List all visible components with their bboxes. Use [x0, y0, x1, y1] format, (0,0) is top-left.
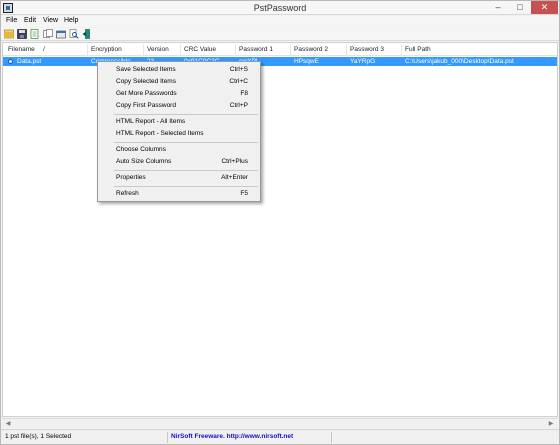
properties-icon[interactable] [56, 29, 66, 39]
column-full-path[interactable]: Full Path [405, 46, 431, 53]
menu-item-get-more-passwords[interactable]: Get More Passwords F8 [98, 89, 260, 99]
sort-indicator: / [43, 46, 45, 53]
nirsoft-link[interactable]: NirSoft Freeware. http://www.nirsoft.net [171, 433, 293, 440]
close-button[interactable]: ✕ [531, 1, 558, 14]
list-header: Filename / Encryption Version CRC Value … [3, 43, 557, 56]
menu-item-shortcut: F8 [240, 90, 248, 97]
html-report-icon[interactable] [43, 29, 53, 39]
column-version[interactable]: Version [147, 46, 169, 53]
status-divider [331, 432, 332, 443]
cell-password-2: HPsqwE [294, 58, 319, 65]
menu-edit[interactable]: Edit [24, 17, 36, 24]
column-password-3[interactable]: Password 3 [350, 46, 384, 53]
scroll-left-icon[interactable]: ◀ [4, 420, 12, 428]
menu-separator [114, 114, 258, 115]
column-divider[interactable] [87, 44, 88, 55]
menu-item-shortcut: Ctrl+S [229, 66, 248, 73]
pst-file-icon [8, 59, 13, 64]
app-window: PstPassword – □ ✕ File Edit View Help Fi… [0, 0, 560, 445]
menu-view[interactable]: View [43, 17, 58, 24]
column-password-1[interactable]: Password 1 [239, 46, 273, 53]
menu-item-save-selected[interactable]: Save Selected Items Ctrl+S [98, 65, 260, 75]
cell-password-3: YaYRpG [350, 58, 376, 65]
menu-item-copy-first-password[interactable]: Copy First Password Ctrl+P [98, 101, 260, 111]
column-password-2[interactable]: Password 2 [294, 46, 328, 53]
cell-full-path: C:\Users\jakub_000\Desktop\Data.pst [405, 58, 514, 65]
menu-item-html-report-selected[interactable]: HTML Report - Selected Items [98, 129, 260, 139]
menu-item-label: Choose Columns [116, 146, 166, 153]
context-menu: Save Selected Items Ctrl+S Copy Selected… [97, 61, 261, 202]
menu-item-label: Save Selected Items [116, 66, 176, 73]
status-divider [167, 432, 168, 443]
menu-item-label: Properties [116, 174, 146, 181]
menu-item-copy-selected[interactable]: Copy Selected Items Ctrl+C [98, 77, 260, 87]
menu-item-label: Refresh [116, 190, 139, 197]
menu-bar: File Edit View Help [1, 16, 559, 27]
maximize-button[interactable]: □ [509, 1, 531, 14]
menu-separator [114, 170, 258, 171]
menu-item-shortcut: Ctrl+C [229, 78, 248, 85]
horizontal-scrollbar[interactable]: ◀ ▶ [2, 418, 558, 428]
copy-icon[interactable] [30, 29, 40, 39]
cell-filename: Data.pst [17, 58, 42, 65]
column-divider[interactable] [180, 44, 181, 55]
menu-item-refresh[interactable]: Refresh F5 [98, 189, 260, 199]
status-bar: 1 pst file(s), 1 Selected NirSoft Freewa… [1, 429, 559, 444]
menu-item-label: Auto Size Columns [116, 158, 172, 165]
menu-item-shortcut: Alt+Enter [221, 174, 248, 181]
password-list[interactable]: Filename / Encryption Version CRC Value … [2, 42, 558, 417]
column-crc-value[interactable]: CRC Value [184, 46, 216, 53]
column-encryption[interactable]: Encryption [91, 46, 122, 53]
save-all-icon[interactable] [17, 29, 27, 39]
menu-item-auto-size-columns[interactable]: Auto Size Columns Ctrl+Plus [98, 157, 260, 167]
menu-help[interactable]: Help [64, 17, 78, 24]
column-filename[interactable]: Filename [8, 46, 35, 53]
column-divider[interactable] [401, 44, 402, 55]
menu-item-label: Copy First Password [116, 102, 176, 109]
menu-item-label: HTML Report - All Items [116, 118, 186, 125]
menu-item-properties[interactable]: Properties Alt+Enter [98, 173, 260, 183]
menu-item-shortcut: Ctrl+Plus [221, 158, 248, 165]
table-row[interactable]: Data.pst Compressible 23 0x91C0C2C ewXPl… [3, 57, 557, 66]
menu-item-label: Get More Passwords [116, 90, 177, 97]
column-divider[interactable] [143, 44, 144, 55]
scroll-right-icon[interactable]: ▶ [547, 420, 555, 428]
save-icon[interactable] [4, 29, 14, 39]
exit-icon[interactable] [82, 29, 92, 39]
menu-item-label: HTML Report - Selected Items [116, 130, 204, 137]
menu-separator [114, 142, 258, 143]
menu-file[interactable]: File [6, 17, 17, 24]
menu-item-html-report-all[interactable]: HTML Report - All Items [98, 117, 260, 127]
search-icon[interactable] [69, 29, 79, 39]
menu-separator [114, 186, 258, 187]
column-divider[interactable] [235, 44, 236, 55]
column-divider[interactable] [346, 44, 347, 55]
minimize-button[interactable]: – [487, 1, 509, 14]
toolbar [1, 28, 559, 41]
column-divider[interactable] [290, 44, 291, 55]
menu-item-label: Copy Selected Items [116, 78, 176, 85]
menu-item-shortcut: F5 [240, 190, 248, 197]
status-text: 1 pst file(s), 1 Selected [5, 433, 72, 440]
title-bar[interactable]: PstPassword – □ ✕ [1, 1, 559, 15]
menu-item-shortcut: Ctrl+P [229, 102, 248, 109]
window-title: PstPassword [253, 3, 307, 13]
menu-item-choose-columns[interactable]: Choose Columns [98, 145, 260, 155]
